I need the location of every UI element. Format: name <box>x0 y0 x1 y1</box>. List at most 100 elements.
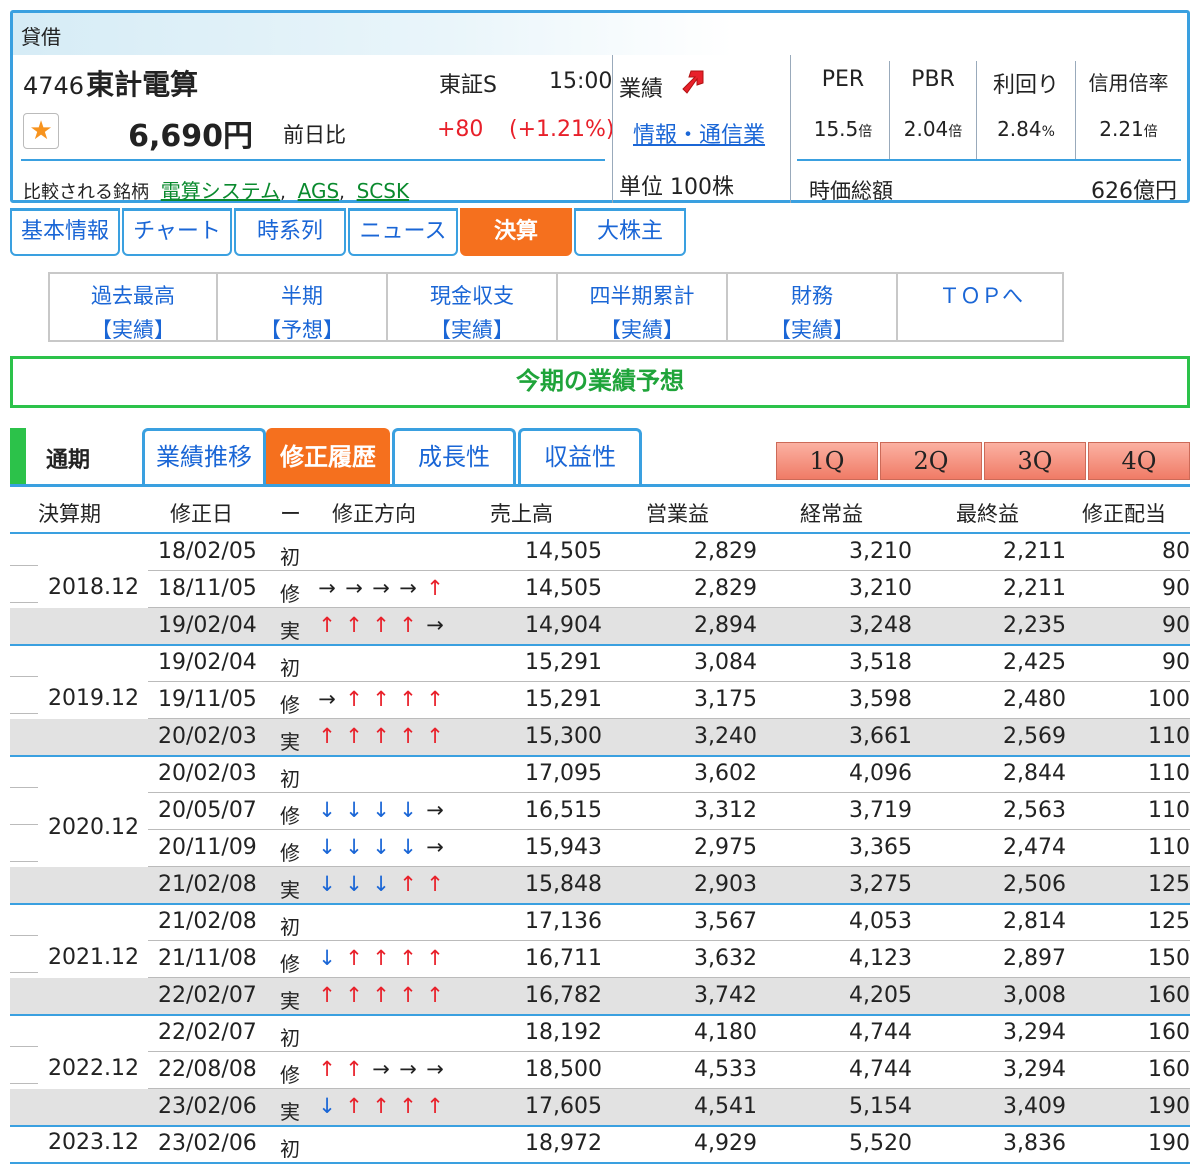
operating-profit-value: 2,894 <box>694 613 757 638</box>
ordinary-profit-value: 4,744 <box>849 1020 912 1045</box>
market-cap-value: 626億円 <box>1091 179 1177 204</box>
net-profit-value: 2,569 <box>1003 724 1066 749</box>
metrics-divider <box>797 159 1181 161</box>
tab-revision-history[interactable]: 修正履歴 <box>266 428 390 486</box>
tab-q2[interactable]: 2Q <box>880 442 982 480</box>
header-sales: 売上高 <box>490 502 553 526</box>
table-row: 22/02/07 実 ↑ ↑ ↑ ↑ ↑ 16,782 3,742 4,205 3,008 160 <box>10 978 1190 1015</box>
group-tick <box>10 935 38 936</box>
revision-direction: ↓ ↓ ↓ ↓ → <box>314 835 449 859</box>
table-row: 21/02/08 実 ↓ ↓ ↓ ↑ ↑ 15,848 2,903 3,275 2,506 125 <box>10 867 1190 904</box>
revision-date: 21/11/08 <box>158 946 257 971</box>
revision-direction: ↓ ↑ ↑ ↑ ↑ <box>314 1094 449 1118</box>
table-row: 20/02/03 初 17,095 3,602 4,096 2,844 110 <box>10 756 1190 793</box>
metric-yield: 利回り 2.84% <box>977 55 1075 159</box>
net-profit-value: 2,563 <box>1003 798 1066 823</box>
revision-type: 初 <box>280 767 300 791</box>
revision-date: 21/02/08 <box>158 872 257 897</box>
arrow-up-icon: ↑ <box>399 613 418 637</box>
subtab-financials[interactable]: 財務 【実績】 <box>728 274 898 342</box>
ordinary-profit-value: 5,520 <box>849 1131 912 1156</box>
tab-basic-info[interactable]: 基本情報 <box>10 208 120 256</box>
revision-type: 実 <box>280 730 300 754</box>
dividend-value: 160 <box>1148 983 1190 1008</box>
arrow-right-icon: → <box>399 1057 418 1081</box>
tab-growth[interactable]: 成長性 <box>392 428 516 486</box>
group-tick <box>10 602 38 603</box>
subtab-half-year[interactable]: 半期 【予想】 <box>218 274 388 342</box>
compare-label: 比較される銘柄 <box>23 182 149 203</box>
dividend-value: 160 <box>1148 1020 1190 1045</box>
arrow-right-icon: → <box>399 576 418 600</box>
arrow-up-icon: ↑ <box>426 687 445 711</box>
trend-up-arrow-icon <box>682 70 704 94</box>
operating-profit-value: 3,240 <box>694 724 757 749</box>
tab-q3[interactable]: 3Q <box>984 442 1086 480</box>
tab-q4[interactable]: 4Q <box>1088 442 1190 480</box>
sales-value: 18,500 <box>525 1057 602 1082</box>
tab-major-shareholders[interactable]: 大株主 <box>574 208 686 256</box>
arrow-up-icon: ↑ <box>372 1094 391 1118</box>
arrow-right-icon: → <box>345 576 364 600</box>
operating-profit-value: 3,312 <box>694 798 757 823</box>
valuation-metrics: PER 15.5倍 PBR 2.04倍 利回り 2.84% 信用倍率 2.21倍 <box>797 55 1181 159</box>
compare-separator: , <box>280 182 286 203</box>
arrow-right-icon: → <box>318 576 337 600</box>
dividend-value: 90 <box>1162 650 1190 675</box>
trading-unit: 単位 100株 <box>619 175 734 200</box>
revision-type: 初 <box>280 545 300 569</box>
sales-value: 15,943 <box>525 835 602 860</box>
arrow-up-icon: ↑ <box>372 613 391 637</box>
ordinary-profit-value: 5,154 <box>849 1094 912 1119</box>
subtab-quarterly-cumulative[interactable]: 四半期累計 【実績】 <box>558 274 728 342</box>
dividend-value: 90 <box>1162 576 1190 601</box>
metric-label: PER <box>821 67 865 92</box>
sales-value: 17,605 <box>525 1094 602 1119</box>
net-profit-value: 2,211 <box>1003 576 1066 601</box>
stock-code-name: 4746東計電算 <box>23 63 198 103</box>
revision-type: 修 <box>280 693 300 717</box>
subtab-cash-flow[interactable]: 現金収支 【実績】 <box>388 274 558 342</box>
revision-date: 19/02/04 <box>158 613 257 638</box>
tab-earnings[interactable]: 決算 <box>460 208 572 256</box>
tab-news[interactable]: ニュース <box>348 208 458 256</box>
revision-date: 20/05/07 <box>158 798 257 823</box>
section-title: 今期の業績予想 <box>10 356 1190 408</box>
compare-link-ags[interactable]: AGS <box>298 179 340 203</box>
sales-value: 15,291 <box>525 687 602 712</box>
arrow-up-icon: ↑ <box>372 983 391 1007</box>
sector-link[interactable]: 情報・通信業 <box>633 117 765 149</box>
revision-direction: ↓ ↑ ↑ ↑ ↑ <box>314 946 449 970</box>
sales-value: 18,972 <box>525 1131 602 1156</box>
favorite-star-icon[interactable]: ★ <box>23 113 59 149</box>
operating-profit-value: 4,533 <box>694 1057 757 1082</box>
subtab-to-top[interactable]: ＴＯＰへ <box>898 274 1064 340</box>
arrow-down-icon: ↓ <box>372 798 391 822</box>
tab-q1[interactable]: 1Q <box>776 442 878 480</box>
subtab-label: 【予想】 <box>260 318 344 342</box>
operating-profit-value: 3,175 <box>694 687 757 712</box>
arrow-up-icon: ↑ <box>318 724 337 748</box>
tabs-underline <box>10 484 1190 487</box>
sales-value: 17,095 <box>525 761 602 786</box>
revision-type: 実 <box>280 878 300 902</box>
tab-earnings-trend[interactable]: 業績推移 <box>142 428 266 486</box>
compare-link-densan[interactable]: 電算システム <box>161 179 280 203</box>
tab-timeseries[interactable]: 時系列 <box>234 208 346 256</box>
ordinary-profit-value: 3,210 <box>849 539 912 564</box>
tab-chart[interactable]: チャート <box>122 208 232 256</box>
dividend-value: 125 <box>1148 909 1190 934</box>
net-profit-value: 2,235 <box>1003 613 1066 638</box>
tab-profitability[interactable]: 収益性 <box>518 428 642 486</box>
ordinary-profit-value: 3,719 <box>849 798 912 823</box>
subtab-record-high[interactable]: 過去最高 【実績】 <box>50 274 218 342</box>
compare-link-scsk[interactable]: SCSK <box>357 179 409 203</box>
net-profit-value: 3,008 <box>1003 983 1066 1008</box>
ordinary-profit-value: 3,598 <box>849 687 912 712</box>
revision-direction: ↓ ↓ ↓ ↑ ↑ <box>314 872 449 896</box>
revision-type: 実 <box>280 619 300 643</box>
dividend-value: 110 <box>1148 724 1190 749</box>
revision-type: 修 <box>280 952 300 976</box>
group-tick <box>10 1083 38 1084</box>
revision-type: 修 <box>280 804 300 828</box>
